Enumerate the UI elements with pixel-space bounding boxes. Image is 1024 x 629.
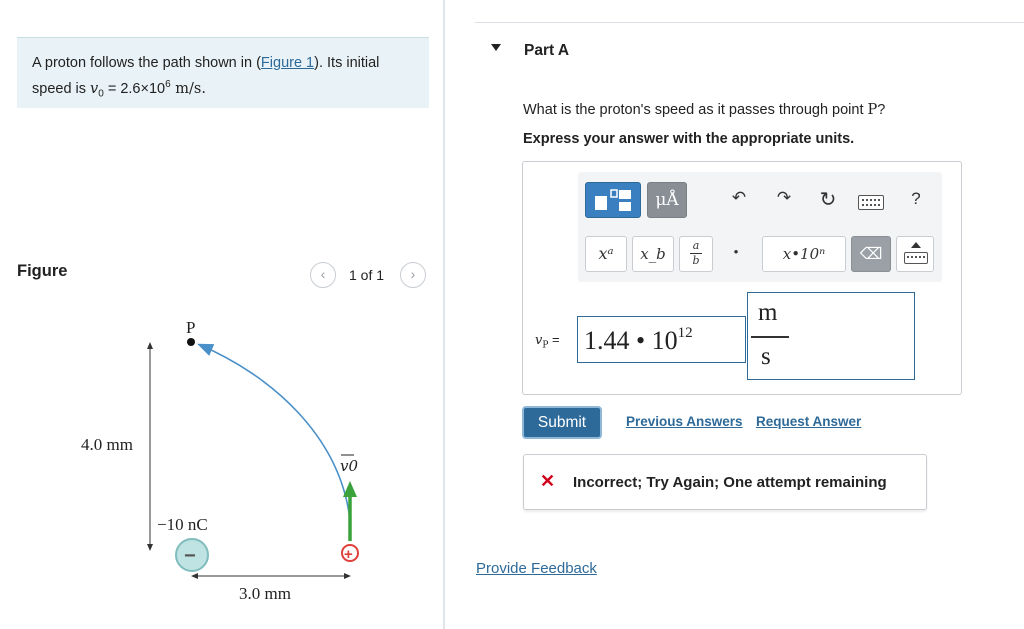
submit-button[interactable]: Submit — [522, 406, 602, 439]
v0-equals: = 2.6×10 — [103, 80, 166, 97]
pager-text: 1 of 1 — [349, 267, 385, 283]
next-figure-button[interactable]: › — [400, 262, 426, 288]
feedback-message: Incorrect; Try Again; One attempt remain… — [573, 474, 887, 491]
keyboard-icon[interactable] — [858, 195, 884, 210]
chevron-left-icon: ‹ — [320, 266, 326, 282]
problem-text-after: ). Its initial — [314, 55, 380, 71]
value-exponent: 12 — [677, 325, 693, 341]
answer-equals: = — [548, 332, 560, 347]
caret-up-icon — [911, 242, 921, 248]
point-label: P — [186, 318, 195, 337]
keyboard-icon — [904, 252, 928, 264]
keyboard-toggle-button[interactable] — [896, 236, 934, 272]
unit-denominator: s — [761, 343, 771, 370]
unit-input[interactable]: m s — [747, 292, 915, 380]
figure-diagram: 4.0 mm P v0 + −10 nC − 3.0 mm — [81, 318, 359, 603]
fraction-button[interactable]: a b — [679, 236, 713, 272]
previous-figure-button[interactable]: ‹ — [310, 262, 336, 288]
templates-icon — [595, 189, 631, 211]
v0-unit: m/s. — [170, 80, 206, 97]
height-label: 4.0 mm — [81, 435, 133, 454]
fraction-numerator: a — [692, 239, 700, 252]
arrow-right-icon — [344, 573, 351, 579]
question-prefix: What is the proton's speed as it passes … — [523, 102, 868, 118]
figure-title: Figure — [17, 262, 68, 280]
width-label: 3.0 mm — [239, 584, 291, 603]
positive-sign: + — [344, 546, 353, 563]
provide-feedback-link[interactable]: Provide Feedback — [476, 560, 597, 577]
fraction-denominator: b — [692, 254, 700, 267]
undo-icon[interactable]: ↶ — [727, 188, 751, 208]
charge-label: −10 nC — [157, 515, 208, 534]
units-button[interactable]: μÅ — [647, 182, 687, 218]
value-mantissa: 1.44 • 10 — [584, 326, 678, 355]
previous-answers-link[interactable]: Previous Answers — [626, 414, 743, 429]
superscript-button[interactable]: xᵃ — [585, 236, 627, 272]
reset-icon[interactable]: ↻ — [816, 187, 840, 212]
request-answer-link[interactable]: Request Answer — [756, 414, 861, 429]
point-p — [187, 338, 195, 346]
pane-divider[interactable] — [443, 0, 445, 629]
templates-button[interactable] — [585, 182, 641, 218]
dot-button[interactable]: • — [726, 244, 746, 259]
subscript-label: x_b — [640, 245, 666, 263]
part-title[interactable]: Part A — [524, 42, 569, 60]
unit-fraction-bar — [751, 336, 789, 338]
arrow-up-icon — [343, 481, 357, 497]
redo-icon[interactable]: ↷ — [772, 188, 796, 208]
part-divider — [475, 22, 1024, 23]
backspace-icon: ⌫ — [859, 244, 883, 263]
scientific-notation-button[interactable]: x•10ⁿ — [762, 236, 846, 272]
answer-label: vP = — [535, 332, 560, 351]
velocity-label: v0 — [340, 457, 358, 475]
unit-numerator: m — [758, 299, 778, 326]
error-x-icon: ✕ — [540, 471, 556, 491]
value-input[interactable]: 1.44 • 1012 — [577, 316, 746, 363]
figure-link[interactable]: Figure 1 — [261, 55, 314, 71]
question-text: What is the proton's speed as it passes … — [523, 102, 885, 118]
backspace-button[interactable]: ⌫ — [851, 236, 891, 272]
feedback-box: ✕ Incorrect; Try Again; One attempt rema… — [523, 454, 927, 510]
problem-line2: speed is — [32, 80, 91, 97]
subscript-button[interactable]: x_b — [632, 236, 674, 272]
figure-pager: ‹ 1 of 1 › — [310, 262, 430, 288]
triangle-down-icon[interactable] — [491, 44, 501, 51]
arrow-left-icon — [191, 573, 198, 579]
proton-path — [197, 343, 351, 521]
arrow-up-icon — [147, 342, 153, 349]
arrow-down-icon — [147, 544, 153, 551]
negative-sign: − — [184, 545, 196, 567]
instruction-text: Express your answer with the appropriate… — [523, 131, 855, 147]
problem-statement: A proton follows the path shown in (Figu… — [17, 37, 429, 108]
help-button[interactable]: ? — [906, 189, 926, 209]
question-point: P — [867, 102, 878, 118]
question-suffix: ? — [877, 102, 886, 118]
problem-text: A proton follows the path shown in ( — [32, 55, 261, 71]
chevron-right-icon: › — [410, 266, 416, 282]
